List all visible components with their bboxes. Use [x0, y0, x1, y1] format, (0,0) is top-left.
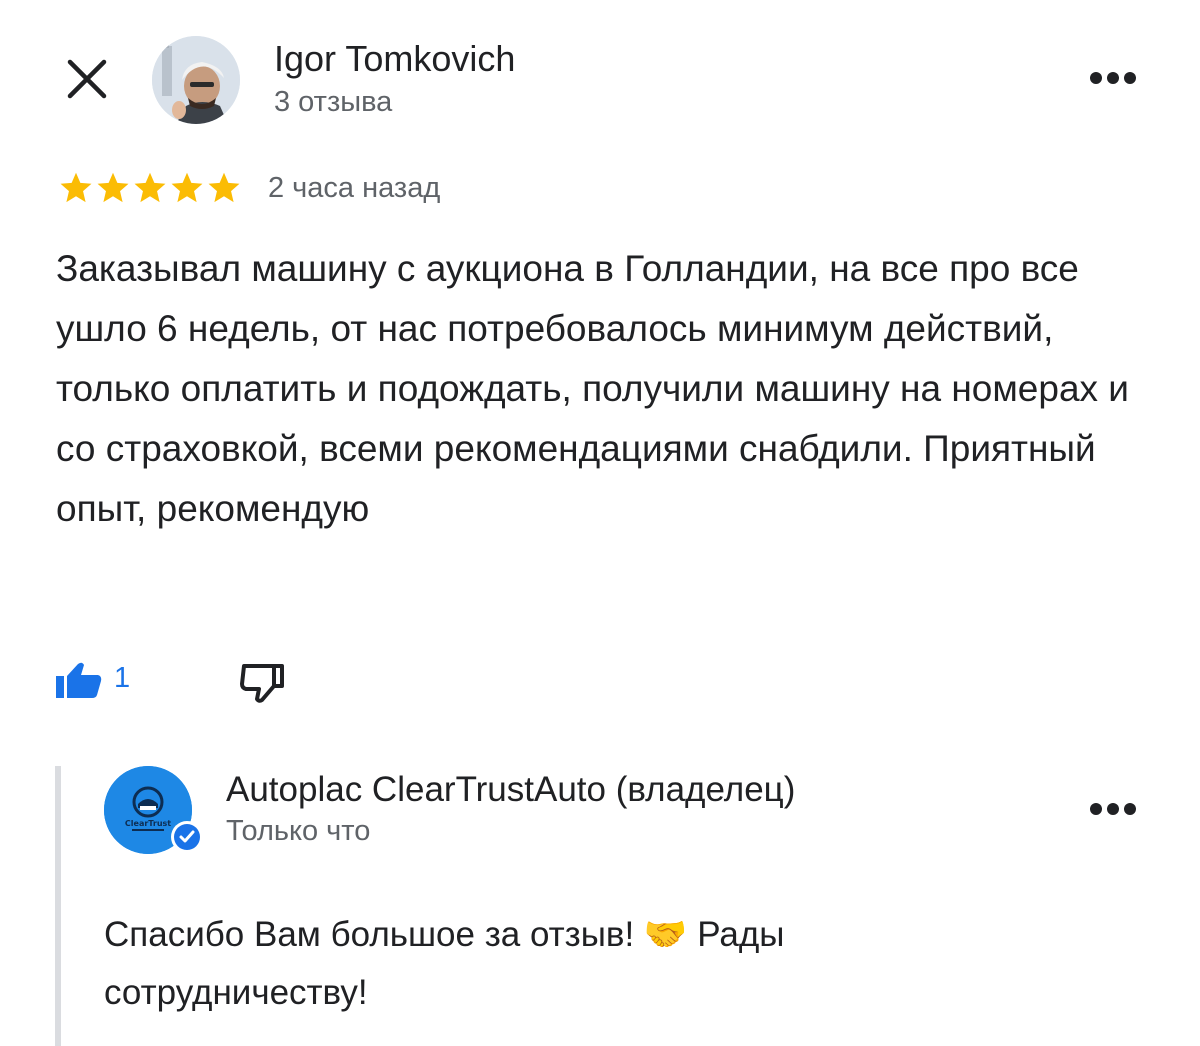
- owner-reply-text: Спасибо Вам большое за отзыв! 🤝 Рады сот…: [104, 915, 785, 1012]
- review-more-button[interactable]: [1088, 70, 1138, 86]
- review-time: 2 часа назад: [268, 172, 441, 204]
- rating-stars: [58, 170, 242, 210]
- close-icon: [67, 59, 107, 99]
- star-icon: [208, 172, 240, 203]
- star-icon: [171, 172, 203, 203]
- star-icon: [97, 172, 129, 203]
- reviewer-avatar[interactable]: [152, 36, 240, 124]
- review-text: Заказывал машину с аукциона в Голландии,…: [56, 248, 1129, 529]
- star-icon: [134, 172, 166, 203]
- more-horizontal-icon: [1090, 72, 1102, 84]
- thumb-up-icon: [56, 662, 102, 698]
- reviewer-review-count: 3 отзыва: [274, 86, 393, 118]
- like-count: 1: [114, 662, 131, 694]
- close-button[interactable]: [62, 54, 112, 104]
- dislike-button[interactable]: [238, 660, 286, 704]
- like-button[interactable]: [54, 660, 104, 700]
- owner-logo-text: ClearTrust: [125, 819, 171, 828]
- reviewer-name[interactable]: Igor Tomkovich: [274, 38, 515, 80]
- reply-more-button[interactable]: [1088, 801, 1138, 817]
- more-horizontal-icon: [1090, 803, 1102, 815]
- owner-reply-time: Только что: [226, 815, 371, 847]
- reply-divider: [55, 766, 61, 1046]
- owner-name[interactable]: Autoplac ClearTrustAuto (владелец): [226, 770, 795, 810]
- avatar-photo: [152, 36, 240, 124]
- verified-badge-icon: [170, 820, 204, 854]
- thumb-down-icon: [240, 664, 284, 703]
- star-icon: [60, 172, 92, 203]
